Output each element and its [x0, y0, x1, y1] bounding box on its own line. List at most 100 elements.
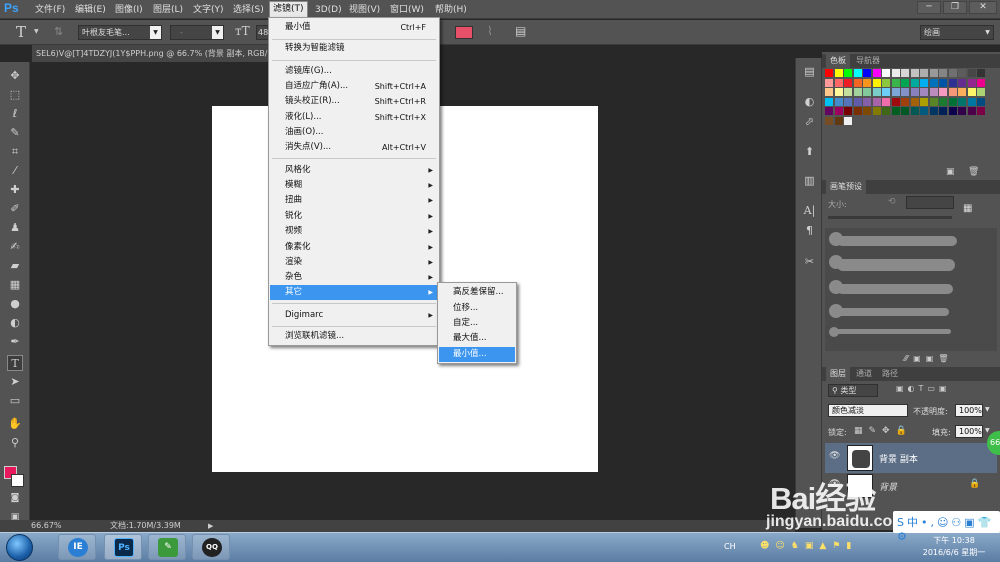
color-swatch[interactable]: [967, 107, 976, 115]
color-swatch[interactable]: [882, 88, 890, 96]
character-panel-icon[interactable]: A|: [801, 203, 818, 219]
layer-filter-icons[interactable]: ▣◐T▭▣: [896, 384, 951, 393]
menu-item-convert-smart-filter[interactable]: 转换为智能滤镜: [270, 41, 438, 56]
crop-tool-icon[interactable]: ⌗: [7, 144, 23, 160]
eye-icon[interactable]: 👁: [829, 451, 840, 461]
paragraph-panel-icon[interactable]: ¶: [801, 223, 818, 239]
clone-stamp-tool-icon[interactable]: ♟: [7, 220, 23, 236]
tab-paths[interactable]: 路径: [878, 367, 902, 381]
background-color-swatch[interactable]: [11, 474, 24, 487]
menu-item-distort[interactable]: 扭曲 ▶: [270, 193, 438, 208]
quick-mask-icon[interactable]: ◙: [7, 490, 23, 506]
color-swatch[interactable]: [825, 107, 833, 115]
lock-icons[interactable]: ▦✎✥🔒: [854, 426, 913, 436]
color-swatch[interactable]: [825, 97, 833, 106]
menu-3d[interactable]: 3D(D): [312, 3, 345, 17]
color-swatch[interactable]: [882, 69, 890, 77]
menu-item-maximum[interactable]: 最大值...: [439, 331, 515, 346]
tab-layers[interactable]: 图层: [826, 367, 850, 381]
color-swatch[interactable]: [853, 69, 862, 77]
tab-brush-presets[interactable]: 画笔预设: [826, 180, 866, 194]
tab-channels[interactable]: 通道: [852, 367, 876, 381]
color-swatch[interactable]: [844, 97, 852, 106]
font-style-select[interactable]: - ▼: [170, 25, 224, 40]
color-swatch[interactable]: [891, 97, 900, 106]
menu-window[interactable]: 窗口(W): [387, 3, 427, 17]
reset-size-icon[interactable]: ⟲: [888, 197, 896, 207]
menu-filter[interactable]: 滤镜(T): [269, 1, 308, 18]
color-swatch[interactable]: [872, 69, 881, 77]
color-swatch[interactable]: [920, 88, 928, 96]
path-selection-tool-icon[interactable]: ➤: [7, 374, 23, 390]
color-swatch[interactable]: [834, 116, 843, 125]
gradient-tool-icon[interactable]: ▦: [7, 277, 23, 293]
opacity-field[interactable]: 100%: [955, 404, 983, 417]
menu-help[interactable]: 帮助(H): [432, 3, 470, 17]
lasso-tool-icon[interactable]: ℓ: [7, 106, 23, 122]
fill-field[interactable]: 100%: [955, 425, 983, 438]
history-panel-icon[interactable]: ▤: [801, 64, 818, 80]
color-swatch[interactable]: [853, 107, 862, 115]
color-swatch[interactable]: [910, 69, 919, 77]
color-swatch[interactable]: [948, 97, 957, 106]
fill-slider-arrow-icon[interactable]: ▼: [985, 427, 990, 434]
color-swatch[interactable]: [939, 78, 947, 87]
eraser-tool-icon[interactable]: ▰: [7, 258, 23, 274]
brush-tool-icon[interactable]: ✐: [7, 201, 23, 217]
color-swatch[interactable]: [967, 88, 976, 96]
color-swatch[interactable]: [834, 97, 843, 106]
menu-item-render[interactable]: 渲染 ▶: [270, 255, 438, 270]
minimize-button[interactable]: ─: [917, 1, 941, 14]
warp-text-icon[interactable]: ⌇: [487, 24, 493, 38]
menu-item-blur[interactable]: 模糊 ▶: [270, 178, 438, 193]
brush-panel-toggle-icon[interactable]: ▦: [963, 203, 972, 214]
color-swatch[interactable]: [977, 88, 985, 96]
brush-size-slider[interactable]: [828, 216, 952, 219]
color-swatch[interactable]: [844, 88, 852, 96]
color-swatch[interactable]: [901, 78, 909, 87]
brush-panel-footer-icon[interactable]: ⁄⁄⁄ ▣ ▣ 🗑: [904, 354, 949, 363]
adjustments-panel-icon[interactable]: ◐: [801, 94, 818, 110]
menu-layer[interactable]: 图层(L): [150, 3, 186, 17]
actions-panel-icon[interactable]: ⬆: [801, 144, 818, 160]
language-indicator[interactable]: CH: [724, 542, 736, 551]
font-family-select[interactable]: 叶根友毛笔... ▼: [78, 25, 162, 40]
color-swatch[interactable]: [948, 107, 957, 115]
menu-item-digimarc[interactable]: Digimarc ▶: [270, 308, 438, 323]
menu-edit[interactable]: 编辑(E): [72, 3, 109, 17]
color-swatch[interactable]: [929, 97, 938, 106]
color-swatch[interactable]: [891, 69, 900, 77]
color-swatch[interactable]: [929, 107, 938, 115]
color-swatch[interactable]: [853, 97, 862, 106]
menu-item-vanishing-point[interactable]: 消失点(V)... Alt+Ctrl+V: [270, 140, 438, 155]
color-swatch[interactable]: [872, 107, 881, 115]
menu-item-last-filter[interactable]: 最小值 Ctrl+F: [270, 20, 438, 35]
menu-image[interactable]: 图像(I): [112, 3, 146, 17]
color-swatch[interactable]: [920, 97, 928, 106]
color-swatch[interactable]: [901, 107, 909, 115]
layer-name[interactable]: 背景 副本: [879, 452, 918, 465]
color-swatch[interactable]: [939, 69, 947, 77]
document-tab[interactable]: SEL6)V@[T]4TDZYJ(1Y$PPH.png @ 66.7% (背景 …: [32, 45, 270, 62]
blend-mode-select[interactable]: 颜色减淡: [828, 404, 908, 417]
menu-item-oil-paint[interactable]: 油画(O)...: [270, 125, 438, 140]
properties-panel-icon[interactable]: ▥: [801, 173, 818, 189]
color-swatch[interactable]: [948, 69, 957, 77]
eyedropper-tool-icon[interactable]: ⁄: [7, 163, 23, 179]
menu-file[interactable]: 文件(F): [32, 3, 68, 17]
color-swatch[interactable]: [825, 116, 833, 125]
text-orientation-icon[interactable]: ⇅: [54, 25, 63, 38]
menu-item-custom[interactable]: 自定...: [439, 316, 515, 331]
color-swatch[interactable]: [939, 97, 947, 106]
color-swatch[interactable]: [948, 78, 957, 87]
color-swatch[interactable]: [882, 97, 890, 106]
color-swatch[interactable]: [844, 78, 852, 87]
color-swatch[interactable]: [863, 78, 871, 87]
hand-tool-icon[interactable]: ✋: [7, 416, 23, 432]
color-swatch[interactable]: [958, 97, 966, 106]
brush-stroke-preview[interactable]: [837, 236, 957, 246]
menu-item-noise[interactable]: 杂色 ▶: [270, 270, 438, 285]
color-swatch[interactable]: [825, 88, 833, 96]
menu-view[interactable]: 视图(V): [346, 3, 383, 17]
brush-stroke-preview[interactable]: [837, 329, 951, 334]
